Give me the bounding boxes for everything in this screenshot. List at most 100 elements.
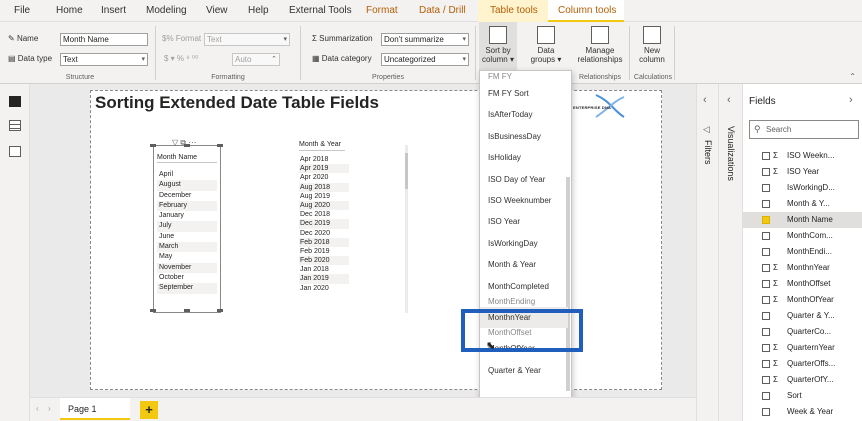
new-column-button[interactable]: New column bbox=[634, 22, 670, 72]
field-item[interactable]: Quarter & Y... bbox=[743, 308, 862, 324]
field-checkbox[interactable] bbox=[762, 200, 770, 208]
data-category-select[interactable]: Uncategorized ▾ bbox=[381, 53, 469, 66]
dropdown-item[interactable]: ISO Year bbox=[480, 211, 568, 232]
resize-handle[interactable] bbox=[150, 144, 156, 147]
field-checkbox[interactable] bbox=[762, 312, 770, 320]
field-checkbox[interactable] bbox=[762, 184, 770, 192]
field-item[interactable]: Σ MonthnYear bbox=[743, 260, 862, 276]
field-checkbox[interactable] bbox=[762, 296, 770, 304]
field-checkbox[interactable] bbox=[762, 408, 770, 416]
data-groups-button[interactable]: Data groups ▾ bbox=[526, 22, 566, 72]
resize-handle[interactable] bbox=[184, 144, 190, 147]
tab-home[interactable]: Home bbox=[56, 5, 83, 16]
dropdown-item[interactable]: ISO Day of Year bbox=[480, 169, 568, 190]
dropdown-item[interactable]: IsHoliday bbox=[480, 147, 568, 168]
slicer-item[interactable]: September bbox=[157, 283, 217, 294]
page-tab[interactable]: Page 1 bbox=[60, 398, 130, 420]
slicer-item[interactable]: June bbox=[157, 231, 217, 243]
add-page-button[interactable]: + bbox=[140, 401, 158, 419]
slicer-item[interactable]: December bbox=[157, 190, 217, 201]
dropdown-item[interactable]: IsWorkingDay bbox=[480, 233, 568, 254]
field-item[interactable]: Month & Y... bbox=[743, 196, 862, 212]
tab-modeling[interactable]: Modeling bbox=[146, 5, 187, 16]
dropdown-item[interactable]: MonthCompleted bbox=[480, 276, 568, 297]
field-item[interactable]: QuarterCo... bbox=[743, 324, 862, 340]
field-checkbox[interactable] bbox=[762, 264, 770, 272]
data-type-select[interactable]: Text ▾ bbox=[60, 53, 148, 66]
tab-view[interactable]: View bbox=[206, 5, 228, 16]
visualizations-pane[interactable]: ‹ Visualizations bbox=[718, 84, 742, 421]
month-year-table[interactable]: Month & Year Apr 2018 Apr 2019 Apr 2020 Aug… bbox=[299, 141, 409, 313]
tab-help[interactable]: Help bbox=[248, 5, 269, 16]
field-checkbox[interactable] bbox=[762, 216, 770, 224]
field-checkbox[interactable] bbox=[762, 344, 770, 352]
fields-search-input[interactable]: ⚲ Search bbox=[749, 120, 859, 139]
field-item[interactable]: MonthCom... bbox=[743, 228, 862, 244]
slicer-item[interactable]: February bbox=[157, 200, 217, 212]
slicer-item[interactable]: November bbox=[157, 262, 217, 273]
slicer-item[interactable]: January bbox=[157, 211, 217, 222]
next-page-icon[interactable]: › bbox=[48, 404, 51, 413]
slicer-item[interactable]: May bbox=[157, 252, 217, 263]
field-checkbox[interactable] bbox=[762, 376, 770, 384]
slicer-item[interactable]: July bbox=[157, 221, 217, 232]
chevron-right-icon[interactable]: › bbox=[849, 94, 853, 106]
field-checkbox[interactable] bbox=[762, 232, 770, 240]
field-item[interactable]: Week & Year bbox=[743, 404, 862, 420]
dropdown-item[interactable]: IsAfterToday bbox=[480, 104, 568, 125]
dropdown-item[interactable]: IsBusinessDay bbox=[480, 126, 568, 147]
tab-external-tools[interactable]: External Tools bbox=[289, 5, 352, 16]
field-checkbox[interactable] bbox=[762, 360, 770, 368]
summarization-select[interactable]: Don't summarize ▾ bbox=[381, 33, 469, 46]
table-scrollbar[interactable] bbox=[405, 145, 408, 313]
tab-file[interactable]: File bbox=[14, 5, 30, 16]
field-item[interactable]: Σ QuarterOfY... bbox=[743, 372, 862, 388]
tab-insert[interactable]: Insert bbox=[101, 5, 126, 16]
scrollbar-thumb[interactable] bbox=[405, 153, 408, 189]
dropdown-item[interactable]: ISO Weeknumber bbox=[480, 190, 568, 211]
data-view-icon[interactable] bbox=[9, 120, 21, 131]
field-checkbox[interactable] bbox=[762, 328, 770, 336]
field-item[interactable]: Σ ISO Year bbox=[743, 164, 862, 180]
tab-format[interactable]: Format bbox=[366, 5, 398, 16]
month-name-slicer[interactable]: ▽ ⧉ ⋯ Month Name April August December Febr… bbox=[150, 138, 223, 313]
field-item[interactable]: Sort bbox=[743, 388, 862, 404]
tab-table-tools[interactable]: Table tools bbox=[490, 5, 538, 16]
tab-data-drill[interactable]: Data / Drill bbox=[419, 5, 466, 16]
slicer-item[interactable]: March bbox=[157, 242, 217, 253]
resize-handle[interactable] bbox=[150, 309, 156, 312]
filter-icon[interactable]: ▽ bbox=[172, 138, 178, 147]
dropdown-item[interactable]: FM FY bbox=[480, 71, 568, 83]
tab-column-tools[interactable]: Column tools bbox=[558, 5, 616, 16]
report-view-icon[interactable] bbox=[9, 96, 21, 107]
prev-page-icon[interactable]: ‹ bbox=[36, 404, 39, 413]
chevron-left-icon[interactable]: ‹ bbox=[703, 94, 707, 106]
dropdown-item[interactable]: FM FY Sort bbox=[480, 83, 568, 104]
field-item[interactable]: Σ ISO Weekn... bbox=[743, 148, 862, 164]
chevron-left-icon[interactable]: ‹ bbox=[727, 94, 731, 106]
field-item[interactable]: Σ QuarternYear bbox=[743, 340, 862, 356]
dropdown-item[interactable]: MonthEnding bbox=[480, 297, 568, 307]
field-item[interactable]: Σ MonthOfYear bbox=[743, 292, 862, 308]
model-view-icon[interactable] bbox=[9, 146, 21, 157]
collapse-ribbon-icon[interactable]: ⌃ bbox=[849, 72, 856, 81]
field-checkbox[interactable] bbox=[762, 280, 770, 288]
slicer-item[interactable]: August bbox=[157, 180, 217, 191]
resize-handle[interactable] bbox=[184, 309, 190, 312]
filters-pane[interactable]: ‹ ◁ Filters bbox=[696, 84, 718, 421]
field-item[interactable]: Σ QuarterOffs... bbox=[743, 356, 862, 372]
manage-relationships-button[interactable]: Manage relationships bbox=[574, 22, 626, 72]
field-checkbox[interactable] bbox=[762, 152, 770, 160]
field-item[interactable]: Σ MonthOffset bbox=[743, 276, 862, 292]
dropdown-item[interactable]: Month & Year bbox=[480, 254, 568, 275]
sort-by-column-button[interactable]: Sort by column ▾ bbox=[479, 22, 517, 72]
dropdown-item[interactable]: Quarter & Year bbox=[480, 360, 568, 381]
field-checkbox[interactable] bbox=[762, 248, 770, 256]
field-checkbox[interactable] bbox=[762, 392, 770, 400]
resize-handle[interactable] bbox=[217, 144, 223, 147]
slicer-item[interactable]: April bbox=[157, 170, 217, 181]
name-input[interactable]: Month Name bbox=[60, 33, 148, 46]
slicer-item[interactable]: October bbox=[157, 272, 217, 284]
field-item[interactable]: IsWorkingD... bbox=[743, 180, 862, 196]
field-item[interactable]: MonthEndi... bbox=[743, 244, 862, 260]
